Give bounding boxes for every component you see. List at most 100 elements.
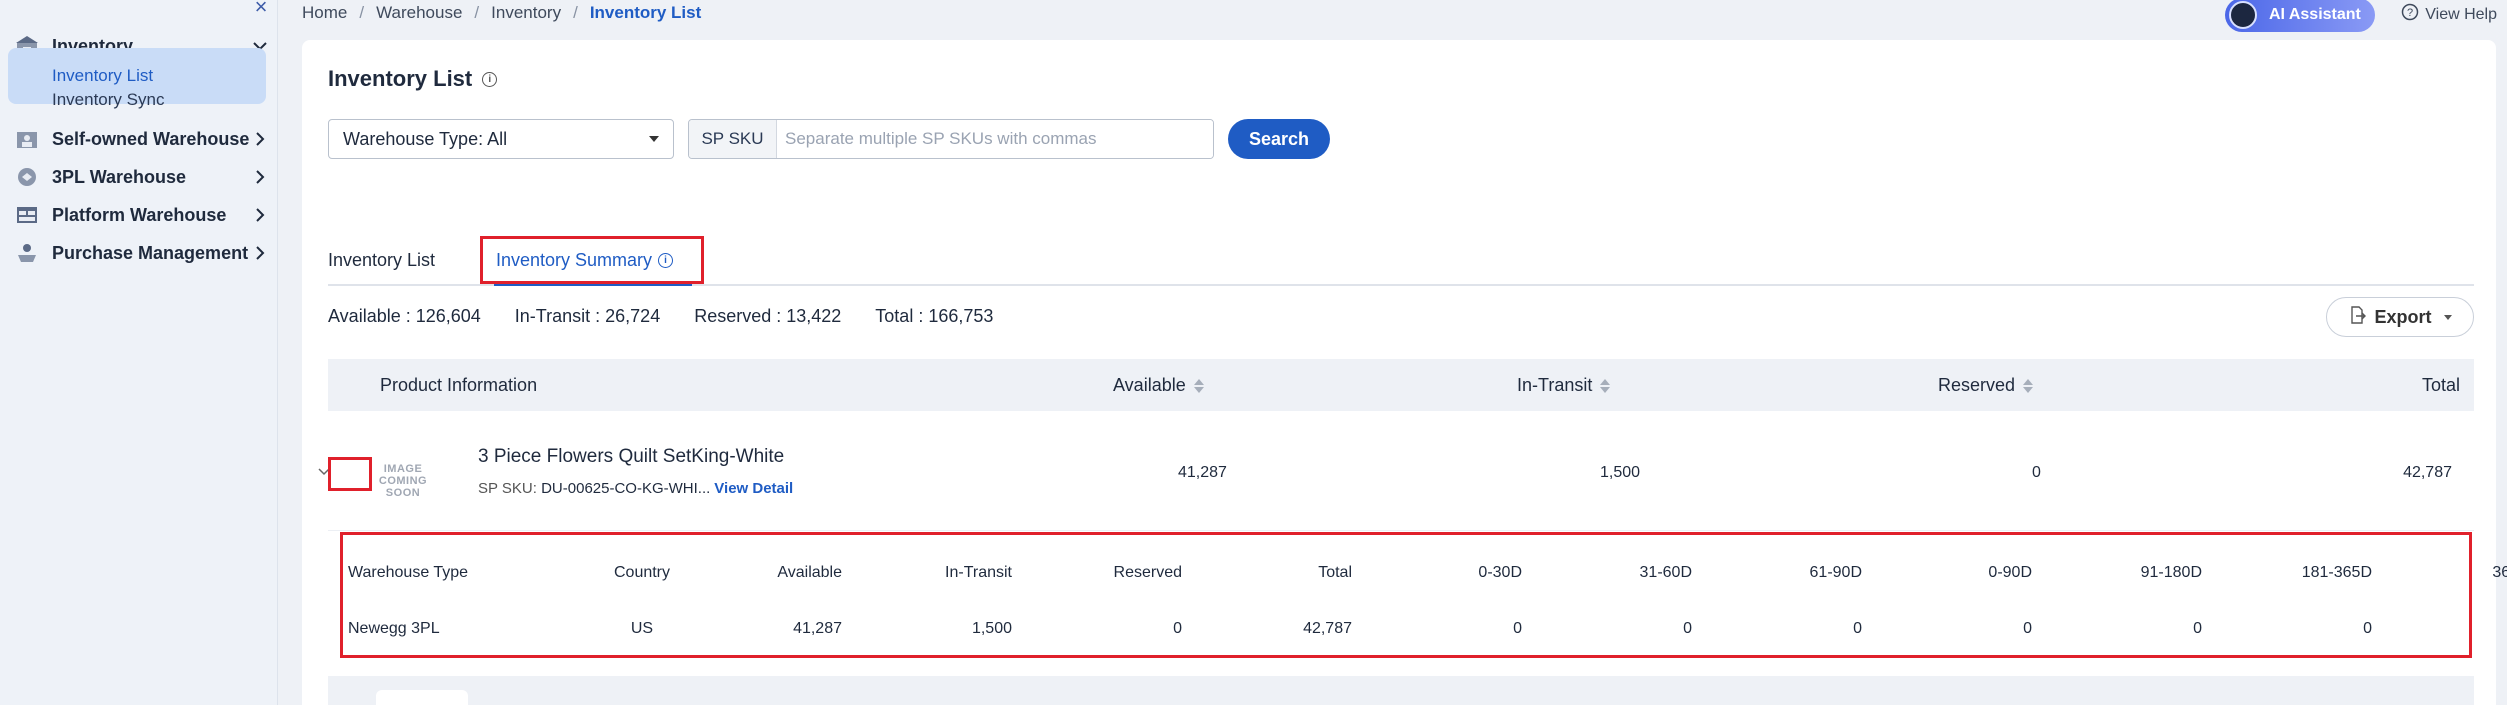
detail-col-366+d: 366+D [2492, 564, 2507, 581]
detail-cell-31-60d: 0 [1683, 620, 1692, 637]
purchase-icon [12, 240, 42, 266]
sidebar: × Inventory Inventory List Inventory Syn… [0, 0, 278, 705]
detail-cell-0-90d: 0 [2023, 620, 2032, 637]
breadcrumb-warehouse[interactable]: Warehouse [376, 3, 462, 23]
detail-col-reserved: Reserved [1113, 564, 1182, 581]
breadcrumb: Home / Warehouse / Inventory / Inventory Li… [302, 3, 701, 23]
tab-label: Inventory Summary [496, 250, 653, 270]
col-in-transit[interactable]: In-Transit [1517, 375, 1611, 396]
summary-in-transit: In-Transit : 26,724 [514, 306, 661, 326]
col-label: In-Transit [1517, 375, 1593, 395]
sidebar-group-self-owned[interactable]: Self-owned Warehouse [12, 122, 270, 156]
summary-reserved: Reserved : 13,422 [694, 306, 842, 326]
sp-sku-input[interactable] [777, 120, 1213, 158]
detail-cell-91-180d: 0 [2193, 620, 2202, 637]
close-icon[interactable]: × [250, 0, 272, 18]
detail-cell-in-transit: 1,500 [971, 620, 1012, 637]
caret-down-icon [2443, 314, 2452, 320]
sidebar-group-3pl[interactable]: 3PL Warehouse [12, 160, 270, 194]
product-image-placeholder: IMAGE COMING SOON [378, 463, 428, 499]
detail-top [342, 548, 2468, 549]
sidebar-group-platform[interactable]: Platform Warehouse [12, 198, 270, 232]
detail-col-31-60d: 31-60D [1639, 564, 1692, 581]
detail-col-181-365d: 181-365D [2301, 564, 2372, 581]
breadcrumb-current: Inventory List [589, 3, 702, 22]
info-icon[interactable]: i [482, 71, 498, 87]
detail-col-country: Country [613, 564, 671, 581]
row-available: 41,287 [1178, 464, 1227, 481]
info-icon[interactable]: i [658, 253, 674, 268]
ai-assistant-button[interactable]: AI Assistant [2225, 0, 2375, 32]
export-icon [2348, 305, 2367, 329]
detail-cell-366+d: 0 [2400, 620, 2507, 638]
detail-cell-total: 42,787 [1303, 620, 1352, 637]
detail-cell-0-30d: 0 [1513, 620, 1522, 637]
chevron-right-icon [250, 129, 270, 149]
sidebar-group-label: Purchase Management [52, 242, 249, 263]
sort-icon [2023, 378, 2034, 393]
col-product-information: Product Information [380, 375, 538, 395]
breadcrumb-separator: / [573, 3, 578, 22]
tab-inventory-summary[interactable]: Inventory Summary i [496, 250, 674, 271]
ai-assistant-label: AI Assistant [2269, 6, 2361, 23]
tab-bar: Inventory List Inventory Summary i [328, 236, 2474, 286]
col-total: Total [2421, 375, 2460, 395]
caret-down-icon [649, 136, 659, 142]
sidebar-item-label: Inventory Sync [52, 90, 165, 109]
detail-col-warehouse-type: Warehouse Type [348, 564, 469, 581]
detail-cell-181-365d: 0 [2363, 620, 2372, 637]
export-button[interactable]: Export [2326, 297, 2474, 337]
col-available[interactable]: Available [1113, 375, 1204, 396]
page-title-text: Inventory List [328, 66, 473, 91]
active-tab-indicator [494, 283, 692, 286]
expand-row-button[interactable] [306, 460, 342, 484]
view-help-link[interactable]: ? View Help [2401, 3, 2497, 26]
col-label: Available [1113, 375, 1186, 395]
detail-col-available: Available [777, 564, 842, 581]
detail-cell-61-90d: 0 [1853, 620, 1862, 637]
breadcrumb-separator: / [474, 3, 480, 22]
breadcrumb-inventory[interactable]: Inventory [491, 3, 561, 23]
export-label: Export [2374, 306, 2432, 327]
sidebar-group-purchase[interactable]: Purchase Management [12, 236, 270, 270]
detail-col-61-90d: 61-90D [1809, 564, 1862, 581]
col-reserved[interactable]: Reserved [1938, 375, 2034, 396]
3pl-icon [12, 164, 42, 190]
row-reserved: 0 [2032, 464, 2041, 481]
row-total: 42,787 [2403, 464, 2452, 481]
help-icon: ? [2401, 3, 2419, 26]
sort-icon [1600, 378, 1611, 393]
warehouse-detail-table [342, 548, 2474, 616]
product-sku: SP SKU: DU-00625-CO-KG-WHI... View Detail [478, 480, 793, 497]
row-in-transit: 1,500 [1600, 464, 1641, 481]
sp-sku-field: SP SKU [688, 119, 1214, 159]
search-button[interactable]: Search [1228, 119, 1330, 159]
view-detail-link[interactable]: View Detail [714, 480, 793, 497]
detail-col-total: Total [1318, 564, 1352, 581]
col-label: Reserved [1938, 375, 2016, 395]
detail-col-0-90d: 0-90D [1988, 564, 2032, 581]
sidebar-group-label: 3PL Warehouse [52, 166, 187, 187]
inventory-summary: Available : 126,604 In-Transit : 26,724 … [328, 306, 993, 327]
filter-card: Inventory List i Warehouse Type: All SP … [302, 40, 2496, 226]
warehouse-type-value: Warehouse Type: All [343, 128, 508, 149]
table-row [328, 411, 2474, 531]
sidebar-group-label: Self-owned Warehouse [52, 128, 250, 149]
product-name: 3 Piece Flowers Quilt SetKing-White [478, 446, 785, 467]
sidebar-group-label: Platform Warehouse [52, 204, 227, 225]
warehouse-type-select[interactable]: Warehouse Type: All [328, 119, 674, 159]
detail-cell-reserved: 0 [1173, 620, 1182, 637]
tab-inventory-list[interactable]: Inventory List [328, 250, 435, 271]
sku-label: SP SKU: [478, 480, 537, 497]
next-row-header [328, 676, 2474, 705]
detail-cell-country: US [630, 620, 654, 637]
detail-col-91-180d: 91-180D [2140, 564, 2202, 581]
platform-icon [12, 202, 42, 228]
sidebar-item-inventory-sync[interactable]: Inventory Sync [8, 72, 266, 128]
sku-value: DU-00625-CO-KG-WHI... [541, 480, 711, 497]
placeholder-block [376, 690, 468, 705]
breadcrumb-home[interactable]: Home [302, 3, 347, 23]
view-help-label: View Help [2425, 5, 2497, 23]
detail-col-0-30d: 0-30D [1478, 564, 1522, 581]
summary-total: Total : 166,753 [875, 306, 994, 326]
